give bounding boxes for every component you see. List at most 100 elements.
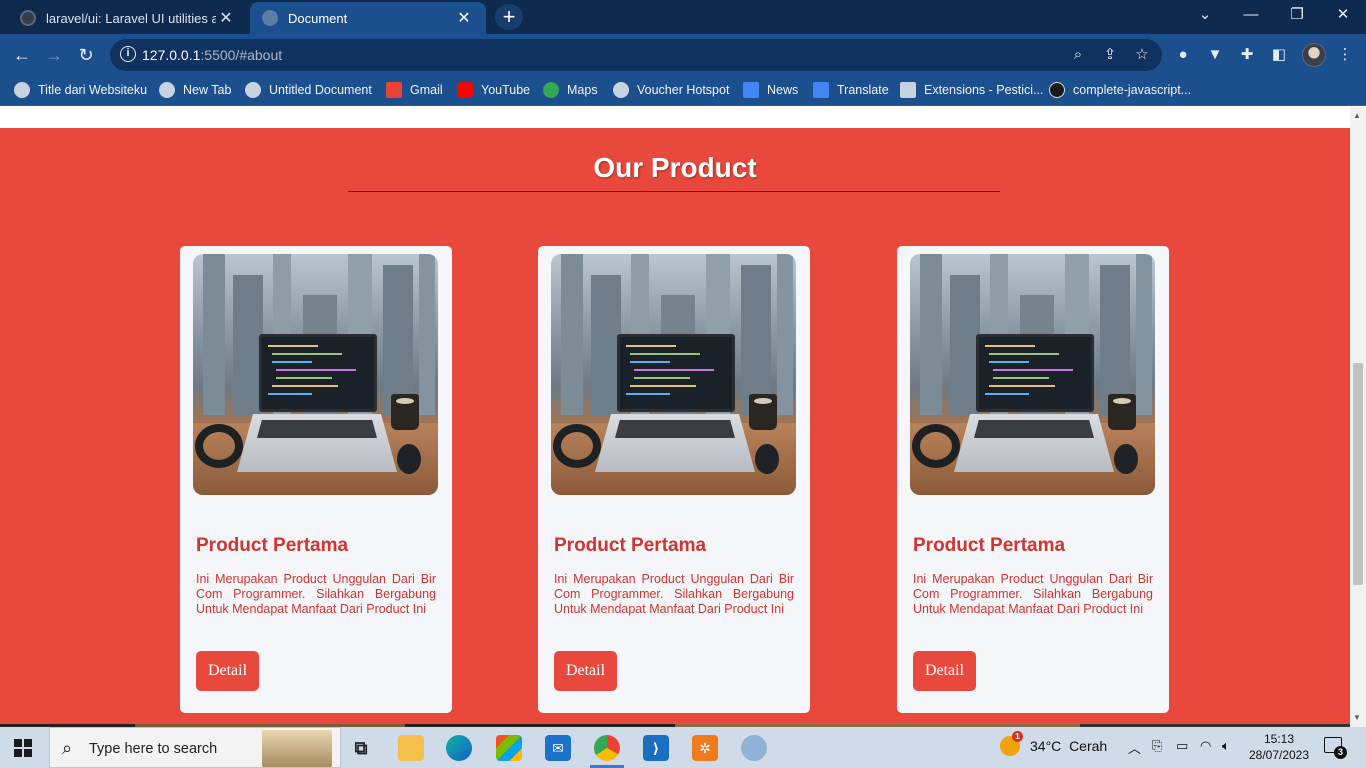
title-divider	[348, 191, 1000, 192]
page-scrollbar[interactable]: ▲ ▼	[1350, 107, 1366, 727]
menu-dots-icon[interactable]: ⋮	[1334, 44, 1356, 66]
chrome-icon[interactable]	[594, 735, 620, 761]
bookmark-new-tab[interactable]: New Tab	[159, 82, 231, 98]
xampp-icon[interactable]: ✲	[692, 735, 718, 761]
product-card: Product Pertama Ini Merupakan Product Un…	[180, 246, 452, 713]
product-name: Product Pertama	[554, 535, 707, 556]
gmail-icon	[386, 82, 402, 98]
product-name: Product Pertama	[196, 535, 349, 556]
tab-search-icon[interactable]: ⌄	[1182, 0, 1228, 30]
share-icon[interactable]: ⇪	[1100, 45, 1120, 65]
site-info-icon[interactable]: i	[120, 46, 136, 62]
address-bar[interactable]: i 127.0.0.1:5500/#about ⌕ ⇪ ☆	[110, 39, 1162, 71]
bookmark-youtube[interactable]: YouTube	[457, 82, 530, 98]
scroll-up-arrow-icon[interactable]: ▲	[1353, 111, 1361, 120]
google-news-icon	[743, 82, 759, 98]
weather-condition: Cerah	[1069, 738, 1108, 754]
weather-temp: 34°C	[1030, 738, 1062, 754]
task-view-icon[interactable]: ⧉	[348, 735, 374, 761]
side-panel-icon[interactable]: ◧	[1268, 44, 1290, 66]
product-description: Ini Merupakan Product Unggulan Dari Bir …	[554, 572, 794, 616]
youtube-icon	[457, 82, 473, 98]
zoom-icon[interactable]: ⌕	[1068, 45, 1088, 65]
bookmark-extensions-pestici[interactable]: Extensions - Pestici...	[900, 82, 1044, 98]
product-description: Ini Merupakan Product Unggulan Dari Bir …	[913, 572, 1153, 616]
product-name: Product Pertama	[913, 535, 1066, 556]
bookmark-gmail[interactable]: Gmail	[386, 82, 443, 98]
maps-icon	[543, 82, 559, 98]
edge-browser-icon[interactable]	[446, 735, 472, 761]
close-tab-icon[interactable]: ✕	[216, 8, 236, 28]
clock-date: 28/07/2023	[1248, 748, 1310, 762]
bookmark-star-icon[interactable]: ☆	[1132, 45, 1152, 65]
detail-button[interactable]: Detail	[913, 651, 976, 691]
puzzle-icon	[900, 82, 916, 98]
github-icon	[1049, 82, 1065, 98]
taskbar-clock[interactable]: 15:13 28/07/2023	[1248, 731, 1310, 763]
product-image	[193, 254, 438, 495]
globe-icon	[613, 82, 629, 98]
globe-icon	[262, 10, 278, 26]
weather-sun-icon: 1	[1000, 731, 1023, 756]
minimize-button[interactable]: —	[1228, 0, 1274, 30]
browser-toolbar: ← → ↻ i 127.0.0.1:5500/#about ⌕ ⇪ ☆ ● ▼ …	[0, 34, 1366, 76]
globe-icon	[159, 82, 175, 98]
detail-button[interactable]: Detail	[196, 651, 259, 691]
taskbar-search-box[interactable]: ⌕ Type here to search	[49, 727, 341, 768]
reload-icon[interactable]: ↻	[74, 43, 98, 67]
section-title: Our Product	[593, 152, 757, 183]
detail-button[interactable]: Detail	[554, 651, 617, 691]
volume-icon[interactable]: 🔈︎	[1222, 738, 1230, 754]
close-window-button[interactable]: ✕	[1320, 0, 1366, 30]
tab-title: Document	[288, 10, 348, 26]
paint-icon[interactable]	[741, 735, 767, 761]
notification-center-icon[interactable]: 3	[1324, 737, 1347, 759]
tab-laravel-ui[interactable]: laravel/ui: Laravel UI utilities and ✕	[8, 2, 248, 34]
globe-icon	[245, 82, 261, 98]
bookmark-untitled-document[interactable]: Untitled Document	[245, 82, 372, 98]
tab-document[interactable]: Document ✕	[250, 2, 486, 34]
product-card: Product Pertama Ini Merupakan Product Un…	[538, 246, 810, 713]
bookmark-title-dari-websiteku[interactable]: Title dari Websiteku	[14, 82, 147, 98]
restore-button[interactable]: ❐	[1274, 0, 1320, 30]
page-viewport: Our Product Product Pertama Ini Merupaka…	[0, 107, 1350, 727]
search-icon: ⌕	[62, 738, 73, 758]
new-tab-button[interactable]: +	[495, 4, 523, 30]
forward-arrow-icon[interactable]: →	[42, 43, 66, 67]
windows-start-icon[interactable]	[14, 739, 32, 757]
globe-icon	[14, 82, 30, 98]
product-description: Ini Merupakan Product Unggulan Dari Bir …	[196, 572, 436, 616]
vscode-icon[interactable]: ⟩	[643, 735, 669, 761]
url-text[interactable]: 127.0.0.1:5500/#about	[142, 47, 282, 63]
back-arrow-icon[interactable]: ←	[10, 43, 34, 67]
wifi-icon[interactable]: ◠	[1200, 738, 1211, 754]
browser-tab-bar: laravel/ui: Laravel UI utilities and ✕ D…	[0, 0, 1366, 34]
extension-icon[interactable]: ●	[1172, 44, 1194, 66]
close-tab-icon[interactable]: ✕	[454, 8, 474, 28]
tray-chevron-up-icon[interactable]: ︿	[1128, 738, 1141, 757]
mail-icon[interactable]: ✉	[545, 735, 571, 761]
profile-avatar[interactable]	[1302, 43, 1326, 67]
bookmark-news[interactable]: News	[743, 82, 798, 98]
product-image	[910, 254, 1155, 495]
microsoft-store-icon[interactable]	[496, 735, 522, 761]
previous-section-edge	[0, 107, 1350, 128]
weather-widget[interactable]: 1 34°C Cerah	[1000, 731, 1108, 756]
vue-devtools-icon[interactable]: ▼	[1204, 44, 1226, 66]
battery-icon[interactable]: ▭	[1176, 738, 1188, 754]
google-translate-icon	[813, 82, 829, 98]
bookmark-translate[interactable]: Translate	[813, 82, 889, 98]
bookmark-maps[interactable]: Maps	[543, 82, 598, 98]
product-image	[551, 254, 796, 495]
extensions-puzzle-icon[interactable]: ✚	[1236, 44, 1258, 66]
clock-time: 15:13	[1263, 732, 1295, 746]
tray-device-icon[interactable]: ⎘	[1152, 738, 1162, 754]
bookmark-voucher-hotspot[interactable]: Voucher Hotspot	[613, 82, 729, 98]
scroll-down-arrow-icon[interactable]: ▼	[1353, 713, 1361, 722]
scrollbar-thumb[interactable]	[1353, 363, 1363, 585]
github-icon	[20, 10, 36, 26]
file-explorer-icon[interactable]	[398, 735, 424, 761]
bookmark-complete-javascript[interactable]: complete-javascript...	[1049, 82, 1191, 98]
product-card: Product Pertama Ini Merupakan Product Un…	[897, 246, 1169, 713]
windows-taskbar: ⌕ Type here to search ⧉ ✉ ⟩ ✲ 1 34°C Cer…	[0, 727, 1366, 768]
